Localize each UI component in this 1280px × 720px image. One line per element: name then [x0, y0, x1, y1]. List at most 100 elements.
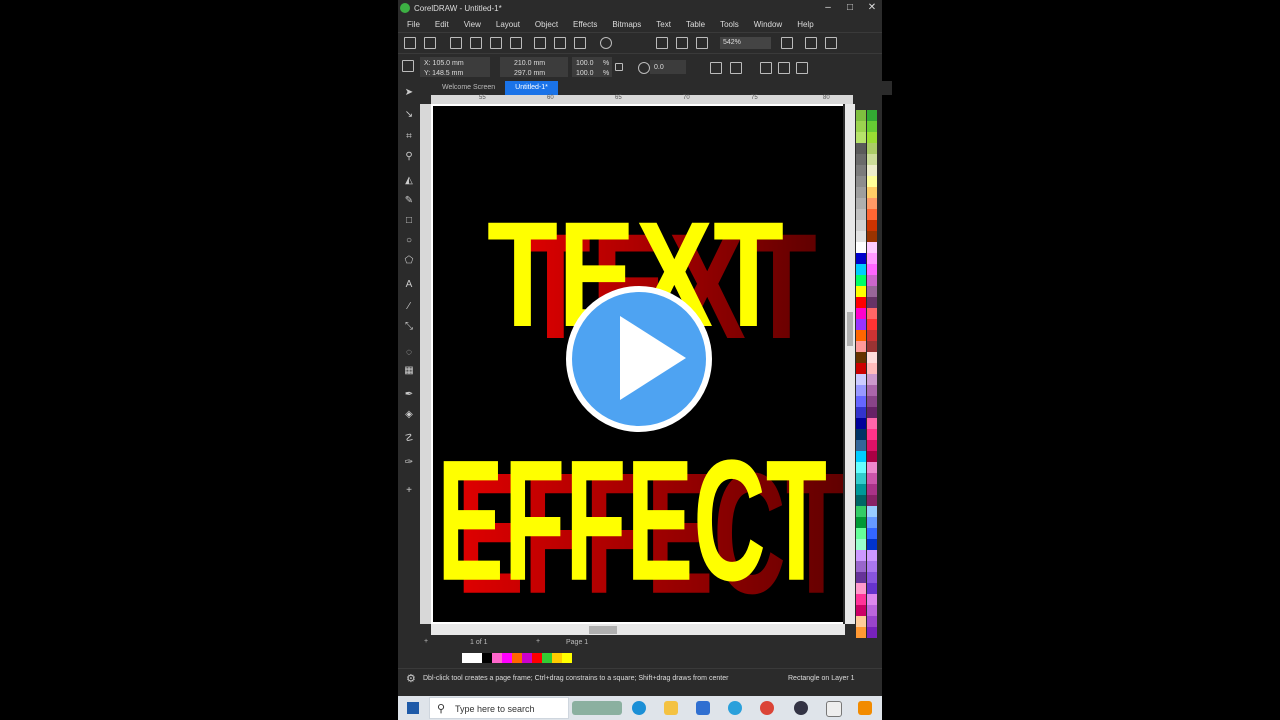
palette-swatch[interactable]	[856, 550, 866, 561]
file-explorer-icon[interactable]	[664, 701, 678, 715]
palette-swatch[interactable]	[867, 572, 877, 583]
swatch-red[interactable]	[532, 653, 542, 663]
palette-swatch[interactable]	[856, 220, 866, 231]
palette-swatch[interactable]	[856, 165, 866, 176]
palette-swatch[interactable]	[867, 484, 877, 495]
palette-swatch[interactable]	[856, 396, 866, 407]
transparency-icon[interactable]: ▦	[403, 365, 415, 377]
swatch-yellow[interactable]	[562, 653, 572, 663]
palette-swatch[interactable]	[856, 231, 866, 242]
ellipse-icon[interactable]: ○	[403, 235, 415, 247]
tab-welcome-screen[interactable]: Welcome Screen	[432, 81, 505, 95]
brush-icon[interactable]: ✎	[403, 195, 415, 207]
menu-window[interactable]: Window	[754, 20, 782, 29]
eyedropper-icon[interactable]: ✒	[403, 389, 415, 401]
palette-swatch[interactable]	[856, 176, 866, 187]
palette-swatch[interactable]	[867, 462, 877, 473]
telegram-icon[interactable]	[728, 701, 742, 715]
store-icon[interactable]	[696, 701, 710, 715]
palette-swatch[interactable]	[867, 583, 877, 594]
notes-icon[interactable]	[826, 701, 842, 717]
palette-swatch[interactable]	[856, 132, 866, 143]
close-button[interactable]: ✕	[866, 0, 878, 16]
undo-icon[interactable]	[600, 37, 612, 49]
swatch-purple[interactable]	[522, 653, 532, 663]
menu-bitmaps[interactable]: Bitmaps	[612, 20, 641, 29]
menu-help[interactable]: Help	[797, 20, 813, 29]
palette-swatch[interactable]	[867, 352, 877, 363]
fill-icon[interactable]: ◭	[403, 175, 415, 187]
palette-swatch[interactable]	[867, 308, 877, 319]
palette-swatch[interactable]	[856, 583, 866, 594]
palette-swatch[interactable]	[867, 264, 877, 275]
line-icon[interactable]: ∕	[403, 301, 415, 313]
corner-round-icon[interactable]	[760, 62, 772, 74]
page-tab[interactable]: Page 1	[566, 639, 588, 646]
palette-swatch[interactable]	[867, 242, 877, 253]
palette-swatch[interactable]	[856, 330, 866, 341]
palette-swatch[interactable]	[867, 286, 877, 297]
windows-icon[interactable]	[407, 702, 419, 714]
palette-swatch[interactable]	[856, 440, 866, 451]
palette-swatch[interactable]	[856, 539, 866, 550]
scale-y-field[interactable]: 100.0	[576, 69, 594, 78]
palette-swatch[interactable]	[867, 363, 877, 374]
import-icon[interactable]	[656, 37, 668, 49]
shape-icon[interactable]: ↘	[403, 109, 415, 121]
palette-swatch[interactable]	[867, 198, 877, 209]
palette-swatch[interactable]	[856, 374, 866, 385]
horizontal-scroll-thumb[interactable]	[589, 626, 617, 634]
copy-icon[interactable]	[554, 37, 566, 49]
menu-text[interactable]: Text	[656, 20, 671, 29]
menu-view[interactable]: View	[464, 20, 481, 29]
polygon-icon[interactable]: ⬠	[403, 255, 415, 267]
new-document-icon[interactable]	[404, 37, 416, 49]
vertical-scrollbar[interactable]	[845, 104, 855, 624]
palette-swatch[interactable]	[856, 154, 866, 165]
pen-icon[interactable]: ✑	[403, 457, 415, 469]
palette-swatch[interactable]	[856, 275, 866, 286]
palette-swatch[interactable]	[856, 363, 866, 374]
add-tool-icon[interactable]: +	[403, 485, 415, 497]
palette-swatch[interactable]	[867, 605, 877, 616]
menu-file[interactable]: File	[407, 20, 420, 29]
palette-swatch[interactable]	[856, 385, 866, 396]
height-field[interactable]: 297.0 mm	[514, 69, 545, 78]
palette-swatch[interactable]	[856, 308, 866, 319]
palette-swatch[interactable]	[867, 165, 877, 176]
palette-swatch[interactable]	[867, 627, 877, 638]
palette-swatch[interactable]	[867, 407, 877, 418]
palette-swatch[interactable]	[867, 396, 877, 407]
smear-icon[interactable]: ☡	[403, 433, 415, 445]
menu-table[interactable]: Table	[686, 20, 705, 29]
palette-swatch[interactable]	[867, 143, 877, 154]
palette-swatch[interactable]	[867, 275, 877, 286]
palette-swatch[interactable]	[867, 176, 877, 187]
palette-swatch[interactable]	[856, 429, 866, 440]
palette-swatch[interactable]	[867, 330, 877, 341]
maximize-button[interactable]: □	[844, 0, 856, 16]
zoom-level-combo[interactable]: 542%	[720, 37, 771, 49]
swatch-white[interactable]	[472, 653, 482, 663]
pick-icon[interactable]: ➤	[403, 87, 415, 99]
full-screen-icon[interactable]	[781, 37, 793, 49]
tab-untitled-1[interactable]: Untitled-1*	[505, 81, 558, 95]
document-palette[interactable]	[462, 653, 572, 663]
palette-swatch[interactable]	[856, 352, 866, 363]
save-icon[interactable]	[450, 37, 462, 49]
palette-swatch[interactable]	[856, 528, 866, 539]
menu-object[interactable]: Object	[535, 20, 558, 29]
vlc-icon[interactable]	[858, 701, 872, 715]
swatch-none[interactable]	[462, 653, 472, 663]
palette-swatch[interactable]	[856, 506, 866, 517]
minimize-button[interactable]: –	[822, 0, 834, 16]
vertical-scroll-thumb[interactable]	[847, 312, 853, 346]
palette-swatch[interactable]	[856, 264, 866, 275]
palette-swatch[interactable]	[867, 616, 877, 627]
palette-swatch[interactable]	[856, 407, 866, 418]
palette-swatch[interactable]	[867, 385, 877, 396]
export-icon[interactable]	[676, 37, 688, 49]
swatch-black[interactable]	[482, 653, 492, 663]
mirror-vertical-icon[interactable]	[730, 62, 742, 74]
palette-swatch[interactable]	[856, 110, 866, 121]
